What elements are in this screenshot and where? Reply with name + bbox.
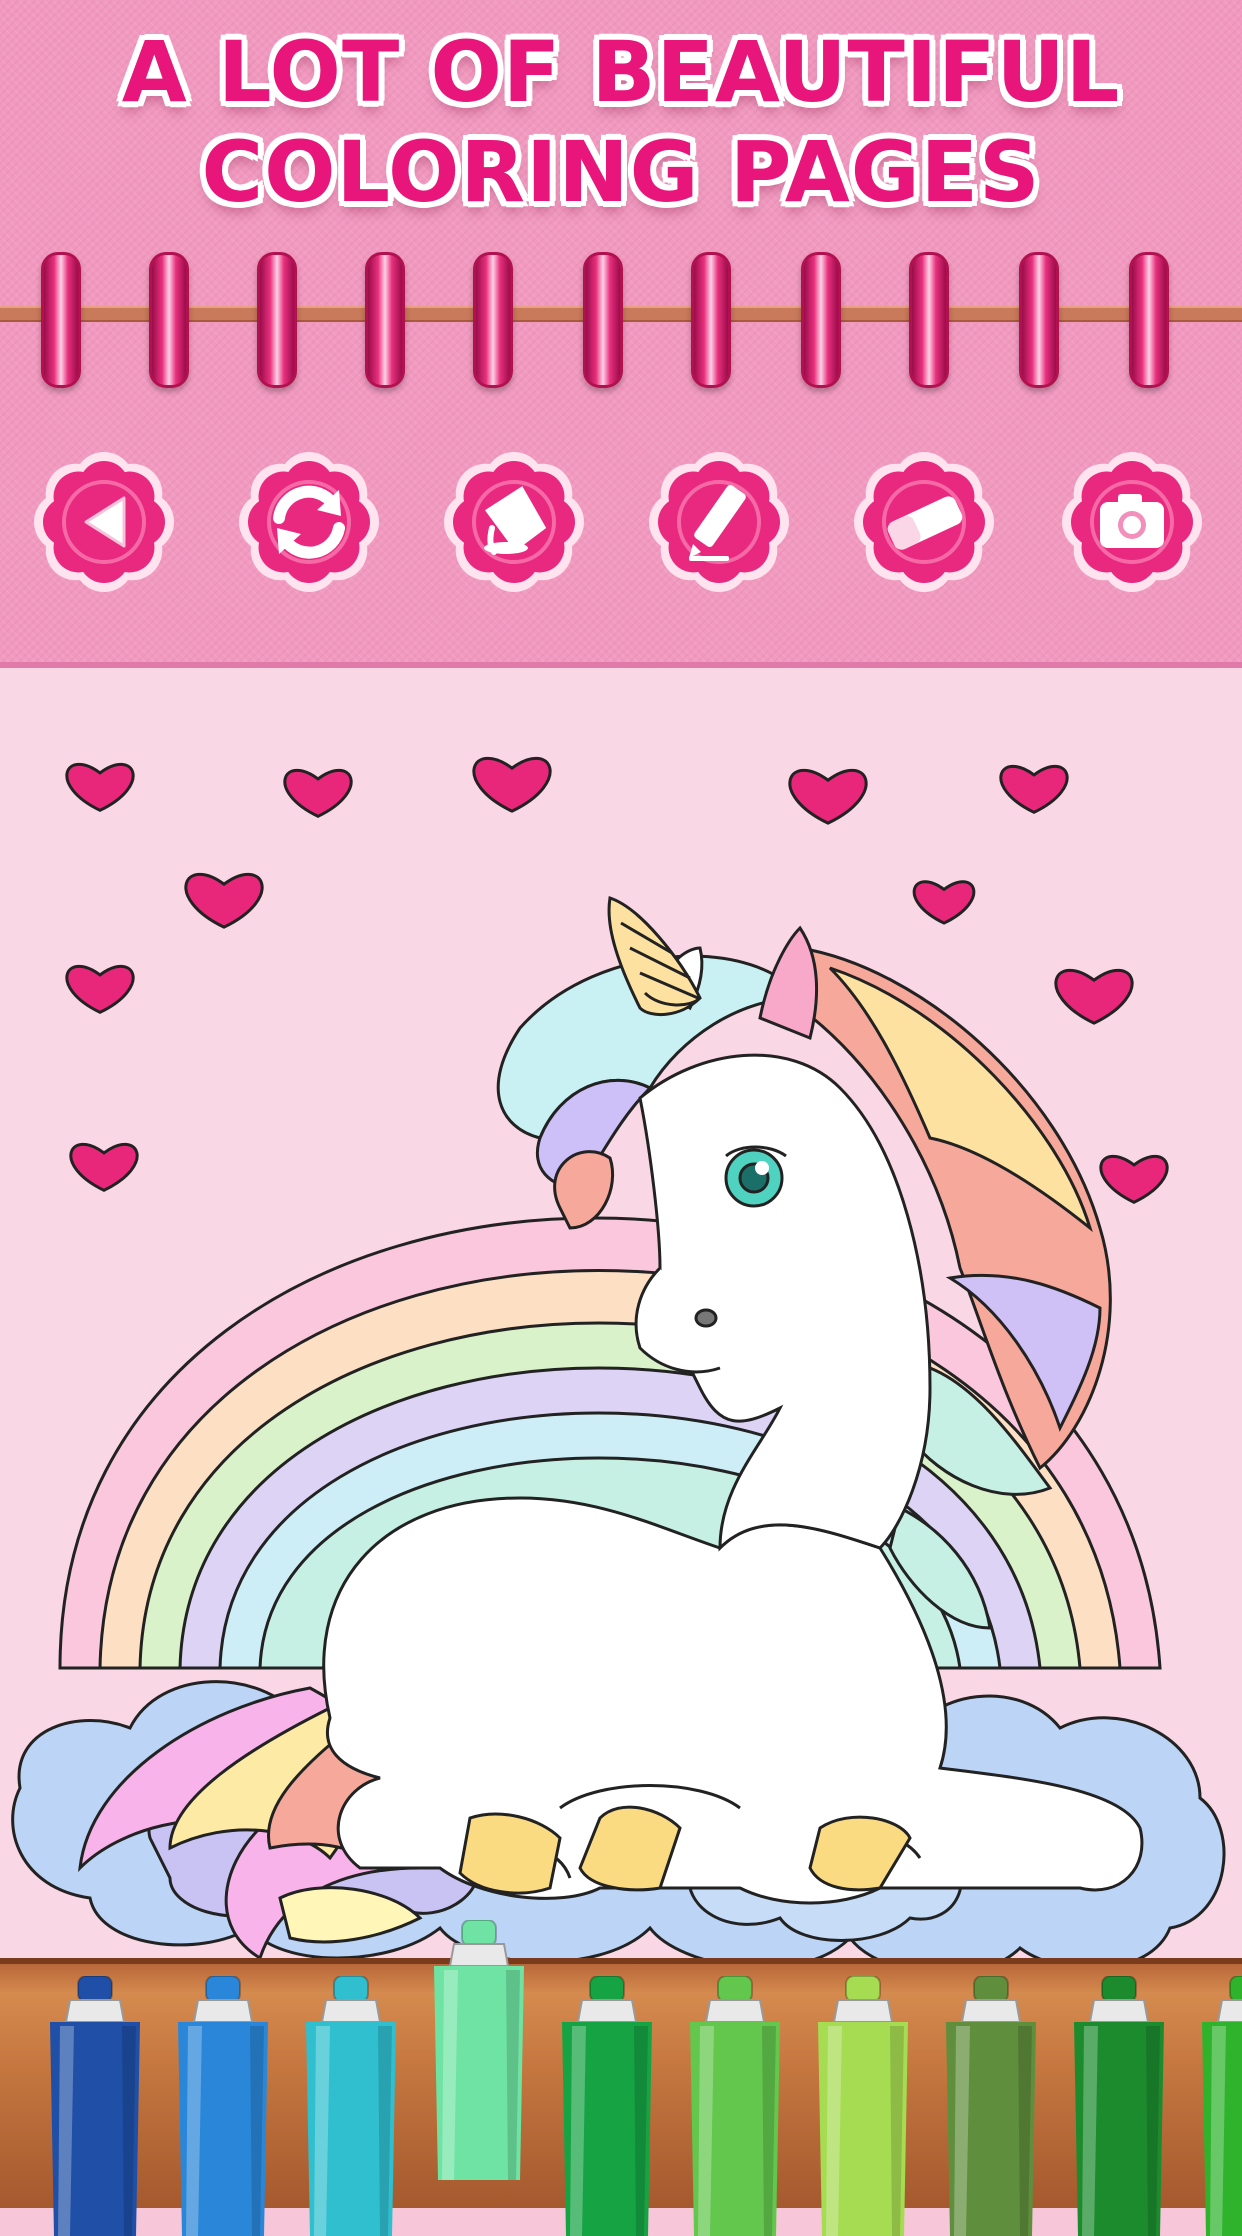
camera-icon [1062,452,1202,592]
notebook-ring [365,252,405,388]
notebook-ring [41,252,81,388]
heart[interactable] [283,768,353,818]
marker-button[interactable] [645,448,793,596]
reset-button[interactable] [235,448,383,596]
paint-tube-dark-green[interactable] [1064,1976,1174,2236]
notebook-ring [691,252,731,388]
coloring-page[interactable] [0,668,1242,1958]
heart[interactable] [999,764,1069,814]
paint-tube-light-green[interactable] [680,1976,790,2236]
paint-tube-olive[interactable] [936,1976,1046,2236]
notebook-ring [149,252,189,388]
paint-tube-lime[interactable] [808,1976,918,2236]
back-arrow-icon [34,452,174,592]
refresh-icon [239,452,379,592]
paint-tray [0,1920,1242,2236]
heart[interactable] [65,964,135,1014]
notebook-ring [473,252,513,388]
heart[interactable] [65,762,135,812]
promo-line-1: A LOT OF BEAUTIFUL [121,23,1121,121]
paint-tube-mint-green[interactable] [424,1920,534,2180]
notebook-ring [1129,252,1169,388]
promo-line-2: COLORING PAGES [201,123,1041,221]
heart[interactable] [472,756,552,813]
heart[interactable] [184,872,264,929]
fill-button[interactable] [440,448,588,596]
paint-tube-sky-blue[interactable] [168,1976,278,2236]
promo-title: A LOT OF BEAUTIFUL COLORING PAGES [0,22,1242,222]
paint-bucket-icon [444,452,584,592]
heart[interactable] [788,768,868,825]
paint-tube-green[interactable] [552,1976,662,2236]
camera-button[interactable] [1058,448,1206,596]
unicorn-coloring-picture[interactable] [0,668,1242,1958]
eraser-button[interactable] [850,448,998,596]
marker-icon [649,452,789,592]
paint-tube-turquoise[interactable] [296,1976,406,2236]
notebook-ring [801,252,841,388]
heart[interactable] [69,1142,139,1192]
notebook-ring [583,252,623,388]
paint-tube-navy-blue[interactable] [40,1976,150,2236]
back-button[interactable] [30,448,178,596]
eraser-icon [854,452,994,592]
paint-tube-grass-green[interactable] [1192,1976,1242,2236]
heart[interactable] [1054,968,1134,1025]
notebook-ring [257,252,297,388]
notebook-ring [1019,252,1059,388]
heart[interactable] [1099,1154,1169,1204]
heart[interactable] [912,880,976,925]
notebook-ring [909,252,949,388]
header: A LOT OF BEAUTIFUL COLORING PAGES [0,0,1242,668]
